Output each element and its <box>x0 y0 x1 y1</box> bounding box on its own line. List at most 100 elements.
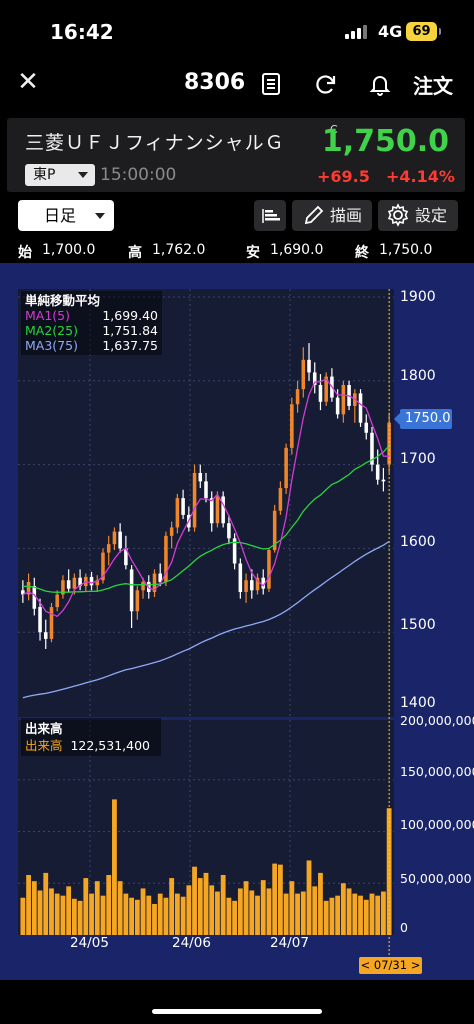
gear-icon <box>386 203 410 237</box>
close-label: 終 <box>355 245 369 261</box>
candle-body <box>221 496 225 524</box>
price-tick: 1500 <box>400 617 436 633</box>
low-value: 1,690.0 <box>270 242 324 258</box>
current-price: 1,750.0 <box>321 124 449 159</box>
volume-bar <box>31 881 37 935</box>
close-icon[interactable]: ✕ <box>14 68 42 96</box>
candle-body <box>244 580 248 592</box>
ma2-label: MA2(25) <box>25 323 78 338</box>
volume-bar <box>243 881 249 935</box>
refresh-icon[interactable] <box>312 70 340 98</box>
market-select[interactable]: 東P <box>25 164 95 186</box>
settings-label: 設定 <box>415 206 448 225</box>
candle-body <box>72 577 77 589</box>
candle-body <box>89 576 94 586</box>
ohlc-row: 始 1,700.0 高 1,762.0 安 1,690.0 終 1,750.0 <box>0 240 474 262</box>
candle-body <box>238 563 243 592</box>
candle-body <box>307 359 311 373</box>
candle-body <box>204 481 208 499</box>
candle-body <box>227 523 231 539</box>
volume-bar <box>49 888 54 935</box>
candle-body <box>267 550 271 589</box>
volume-bar <box>94 881 100 935</box>
candle-body <box>112 531 117 545</box>
volume-bar <box>71 898 77 935</box>
volume-tick: 100,000,000 <box>400 817 474 832</box>
volume-bar <box>117 881 123 935</box>
volume-bar <box>123 893 129 935</box>
price-tick: 1400 <box>400 695 436 711</box>
order-button[interactable]: 注文 <box>413 70 453 99</box>
price-tick: 1700 <box>400 451 436 467</box>
volume-bar <box>197 878 203 935</box>
candle-body <box>181 498 185 515</box>
volume-bar <box>163 897 169 935</box>
volume-legend: 出来高 出来高 122,531,400 <box>21 718 161 756</box>
high-value: 1,762.0 <box>152 242 206 258</box>
volume-bar <box>283 893 289 935</box>
volume-bar <box>77 900 83 935</box>
volume-bar <box>335 895 341 935</box>
volume-bar <box>300 891 306 935</box>
candle-body <box>375 464 380 480</box>
volume-bar <box>249 890 255 935</box>
status-time: 16:42 <box>50 20 114 44</box>
volume-bar <box>112 799 117 935</box>
candle-body <box>318 384 323 402</box>
volume-bar <box>232 900 238 935</box>
close-value: 1,750.0 <box>379 242 433 258</box>
volume-bar <box>226 897 232 935</box>
volume-bar <box>375 895 381 935</box>
indicator-icon[interactable] <box>254 200 286 231</box>
settings-button[interactable]: 設定 <box>378 200 458 231</box>
candle-body <box>381 479 386 482</box>
volume-bar <box>146 895 152 935</box>
price-change: +69.5 <box>317 167 370 186</box>
period-select[interactable]: 日足 <box>18 200 114 231</box>
volume-bar <box>369 893 375 935</box>
open-value: 1,700.0 <box>42 242 96 258</box>
volume-bar <box>260 880 266 935</box>
candle-body <box>55 594 59 608</box>
volume-bar <box>363 899 369 935</box>
volume-bar <box>106 874 112 935</box>
date-badge[interactable]: < 07/31 > <box>359 957 422 974</box>
draw-button[interactable]: 描画 <box>292 200 372 231</box>
volume-bar <box>26 874 31 935</box>
volume-bar <box>169 878 175 935</box>
volume-bar <box>323 900 329 935</box>
home-indicator <box>152 1009 322 1014</box>
candle-body <box>49 607 54 639</box>
volume-bar <box>192 866 197 935</box>
ma3-label: MA3(75) <box>25 338 78 353</box>
volume-bar <box>43 872 49 935</box>
draw-label: 描画 <box>330 206 363 225</box>
volume-bar <box>209 885 215 935</box>
volume-tick: 200,000,000 <box>400 713 474 728</box>
volume-bar <box>346 888 352 935</box>
candle-body <box>284 447 288 489</box>
price-tick: 1600 <box>400 534 436 550</box>
volume-bar <box>60 895 66 935</box>
volume-bar <box>83 878 89 935</box>
ma2-value: 1,751.84 <box>102 323 158 338</box>
volume-bar <box>89 893 94 935</box>
document-icon[interactable] <box>257 70 285 98</box>
volume-bar <box>180 896 186 935</box>
candle-body <box>215 496 220 524</box>
ma3-value: 1,637.75 <box>102 338 158 353</box>
network-label: 4G <box>378 22 403 41</box>
bell-icon[interactable] <box>366 70 394 98</box>
candle-body <box>106 544 111 553</box>
candle-body <box>118 531 122 549</box>
candle-body <box>301 359 306 390</box>
volume-label: 出来高 <box>25 738 63 753</box>
nav-bar: ✕ 8306 注文 <box>0 62 474 112</box>
volume-bar <box>152 903 157 935</box>
volume-bar <box>386 808 392 935</box>
volume-bar <box>203 872 209 935</box>
volume-bar <box>306 860 312 935</box>
volume-bar <box>255 895 260 935</box>
ma-legend: 単純移動平均 MA1(5) 1,699.40 MA2(25) 1,751.84 MA… <box>21 291 162 355</box>
candle-body <box>135 590 140 612</box>
